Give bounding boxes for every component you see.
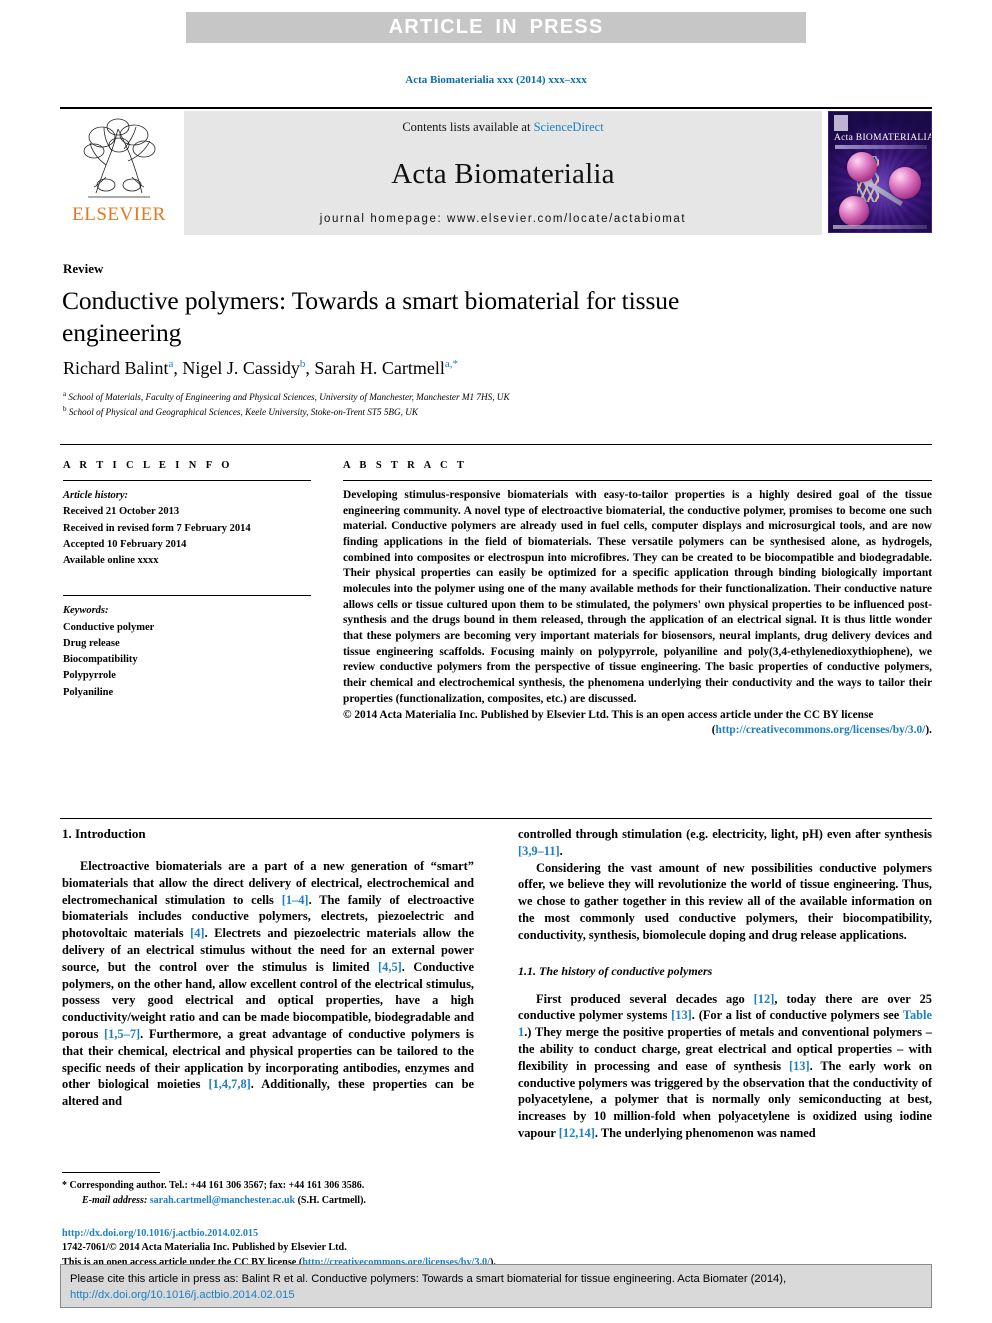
footnote-corresponding-line: * Corresponding author. Tel.: +44 161 30… bbox=[62, 1180, 365, 1191]
email-owner: (S.H. Cartmell). bbox=[297, 1194, 366, 1206]
journal-homepage-line[interactable]: journal homepage: www.elsevier.com/locat… bbox=[320, 213, 686, 225]
abstract-license-link[interactable]: (http://creativecommons.org/licenses/by/… bbox=[343, 724, 932, 736]
corresponding-author-footnote: * Corresponding author. Tel.: +44 161 30… bbox=[62, 1172, 474, 1208]
keyword-item: Drug release bbox=[63, 637, 120, 649]
citation-ref[interactable]: [1–4] bbox=[282, 893, 309, 907]
citation-ref[interactable]: [13] bbox=[671, 1008, 692, 1022]
article-info-column: A R T I C L E I N F O Article history: R… bbox=[63, 460, 311, 701]
doi-link[interactable]: http://dx.doi.org/10.1016/j.actbio.2014.… bbox=[62, 1227, 702, 1241]
author-list: Richard Balinta, Nigel J. Cassidyb, Sara… bbox=[63, 358, 458, 378]
email-label: E-mail address: bbox=[82, 1194, 148, 1206]
citation-ref[interactable]: [13] bbox=[789, 1059, 810, 1073]
paragraph-history-1: First produced several decades ago [12],… bbox=[518, 991, 932, 1142]
journal-reference-line: Acta Biomaterialia xxx (2014) xxx–xxx bbox=[405, 74, 587, 86]
license-url[interactable]: http://creativecommons.org/licenses/by/3… bbox=[715, 724, 925, 736]
text-run: . bbox=[559, 843, 563, 858]
info-section-top-rule bbox=[60, 444, 932, 445]
journal-title: Acta Biomaterialia bbox=[391, 157, 615, 190]
article-info-heading: A R T I C L E I N F O bbox=[63, 460, 233, 471]
paragraph-intro-1: Electroactive biomaterials are a part of… bbox=[62, 858, 474, 1110]
cover-sphere-1 bbox=[847, 152, 877, 182]
affiliation-b: b School of Physical and Geographical Sc… bbox=[63, 405, 419, 418]
article-info-rule bbox=[63, 480, 311, 481]
text-run: controlled through stimulation (e.g. ele… bbox=[518, 827, 932, 841]
affiliation-a-text: School of Materials, Faculty of Engineer… bbox=[68, 392, 510, 403]
elsevier-wordmark: ELSEVIER bbox=[72, 204, 166, 225]
keywords-rule bbox=[63, 595, 311, 597]
text-run: First produced several decades ago bbox=[536, 991, 754, 1006]
paren-close: ). bbox=[925, 724, 932, 737]
citation-footer-text: Please cite this article in press as: Ba… bbox=[70, 1272, 922, 1303]
body-column-left: 1. Introduction Electroactive biomateria… bbox=[62, 826, 474, 1110]
text-run: . The underlying phenomenon was named bbox=[594, 1125, 816, 1140]
email-address-link[interactable]: sarah.cartmell@manchester.ac.uk bbox=[150, 1195, 295, 1206]
history-item: Available online xxxx bbox=[63, 555, 159, 567]
body-column-right: controlled through stimulation (e.g. ele… bbox=[518, 826, 932, 1142]
contents-prefix: Contents lists available at bbox=[402, 120, 534, 134]
cover-sphere-3 bbox=[839, 196, 869, 226]
footnote-rule bbox=[62, 1172, 160, 1173]
info-section-bottom-rule bbox=[60, 818, 932, 819]
section-heading-introduction: 1. Introduction bbox=[62, 826, 146, 841]
article-in-press-banner: ARTICLE IN PRESS bbox=[186, 12, 806, 43]
cover-elsevier-mark bbox=[834, 115, 848, 131]
keywords-label: Keywords: bbox=[63, 605, 109, 617]
paragraph-intro-continued: controlled through stimulation (e.g. ele… bbox=[518, 826, 932, 860]
citation-ref[interactable]: [12,14] bbox=[559, 1126, 595, 1140]
issn-copyright-line: 1742-7061/© 2014 Acta Materialia Inc. Pu… bbox=[62, 1242, 347, 1254]
contents-list-line: Contents lists available at ScienceDirec… bbox=[402, 120, 603, 135]
masthead-center-panel: Contents lists available at ScienceDirec… bbox=[184, 111, 822, 235]
history-item: Accepted 10 February 2014 bbox=[63, 538, 187, 550]
citation-text-run: Please cite this article in press as: Ba… bbox=[70, 1273, 787, 1285]
journal-masthead: ELSEVIER Contents lists available at Sci… bbox=[60, 107, 932, 237]
keyword-item: Polypyrrole bbox=[63, 670, 116, 682]
citation-ref[interactable]: [3,9–11] bbox=[518, 844, 560, 858]
keyword-item: Polyaniline bbox=[63, 686, 114, 698]
article-in-press-label: ARTICLE IN PRESS bbox=[388, 16, 604, 38]
citation-ref[interactable]: [4,5] bbox=[378, 960, 402, 974]
abstract-heading: A B S T R A C T bbox=[343, 460, 468, 471]
abstract-copyright: © 2014 Acta Materialia Inc. Published by… bbox=[343, 709, 874, 722]
section-heading-history: 1.1. The history of conductive polymers bbox=[518, 963, 713, 978]
abstract-body: Developing stimulus-responsive biomateri… bbox=[343, 489, 932, 705]
abstract-rule bbox=[343, 480, 932, 481]
footnote-email-line: E-mail address: sarah.cartmell@mancheste… bbox=[62, 1194, 474, 1209]
affiliation-a: a School of Materials, Faculty of Engine… bbox=[63, 390, 510, 403]
cover-footer-bar bbox=[833, 225, 927, 229]
elsevier-tree-icon bbox=[76, 115, 162, 203]
keyword-item: Biocompatibility bbox=[63, 654, 138, 666]
abstract-column: A B S T R A C T Developing stimulus-resp… bbox=[343, 460, 932, 736]
keywords-block: Keywords: Conductive polymer Drug releas… bbox=[63, 595, 311, 701]
page-title: Conductive polymers: Towards a smart bio… bbox=[62, 286, 680, 348]
article-history-label: Article history: bbox=[63, 490, 129, 501]
elsevier-logo: ELSEVIER bbox=[60, 111, 178, 235]
cover-subtitle-bar bbox=[835, 145, 927, 149]
citation-footer-box: Please cite this article in press as: Ba… bbox=[60, 1264, 932, 1308]
cover-sphere-2 bbox=[889, 167, 921, 199]
keyword-item: Conductive polymer bbox=[63, 621, 155, 633]
cover-title: Acta BIOMATERIALIA bbox=[834, 133, 932, 143]
history-item: Received 21 October 2013 bbox=[63, 506, 180, 518]
sciencedirect-link[interactable]: ScienceDirect bbox=[534, 120, 604, 134]
citation-ref[interactable]: [4] bbox=[190, 926, 204, 940]
journal-cover-thumbnail: Acta BIOMATERIALIA bbox=[828, 111, 932, 233]
paragraph-intro-2: Considering the vast amount of new possi… bbox=[518, 860, 932, 942]
citation-ref[interactable]: [1,5–7] bbox=[104, 1027, 140, 1041]
affiliation-b-text: School of Physical and Geographical Scie… bbox=[68, 407, 419, 418]
history-item: Received in revised form 7 February 2014 bbox=[63, 522, 251, 534]
citation-ref[interactable]: [1,4,7,8] bbox=[208, 1077, 250, 1091]
affiliations: a School of Materials, Faculty of Engine… bbox=[63, 389, 803, 420]
citation-doi-link[interactable]: http://dx.doi.org/10.1016/j.actbio.2014.… bbox=[70, 1289, 295, 1301]
text-run: . (For a list of conductive polymers see bbox=[691, 1008, 903, 1023]
article-type-label: Review bbox=[63, 261, 104, 276]
citation-ref[interactable]: [12] bbox=[754, 992, 775, 1006]
